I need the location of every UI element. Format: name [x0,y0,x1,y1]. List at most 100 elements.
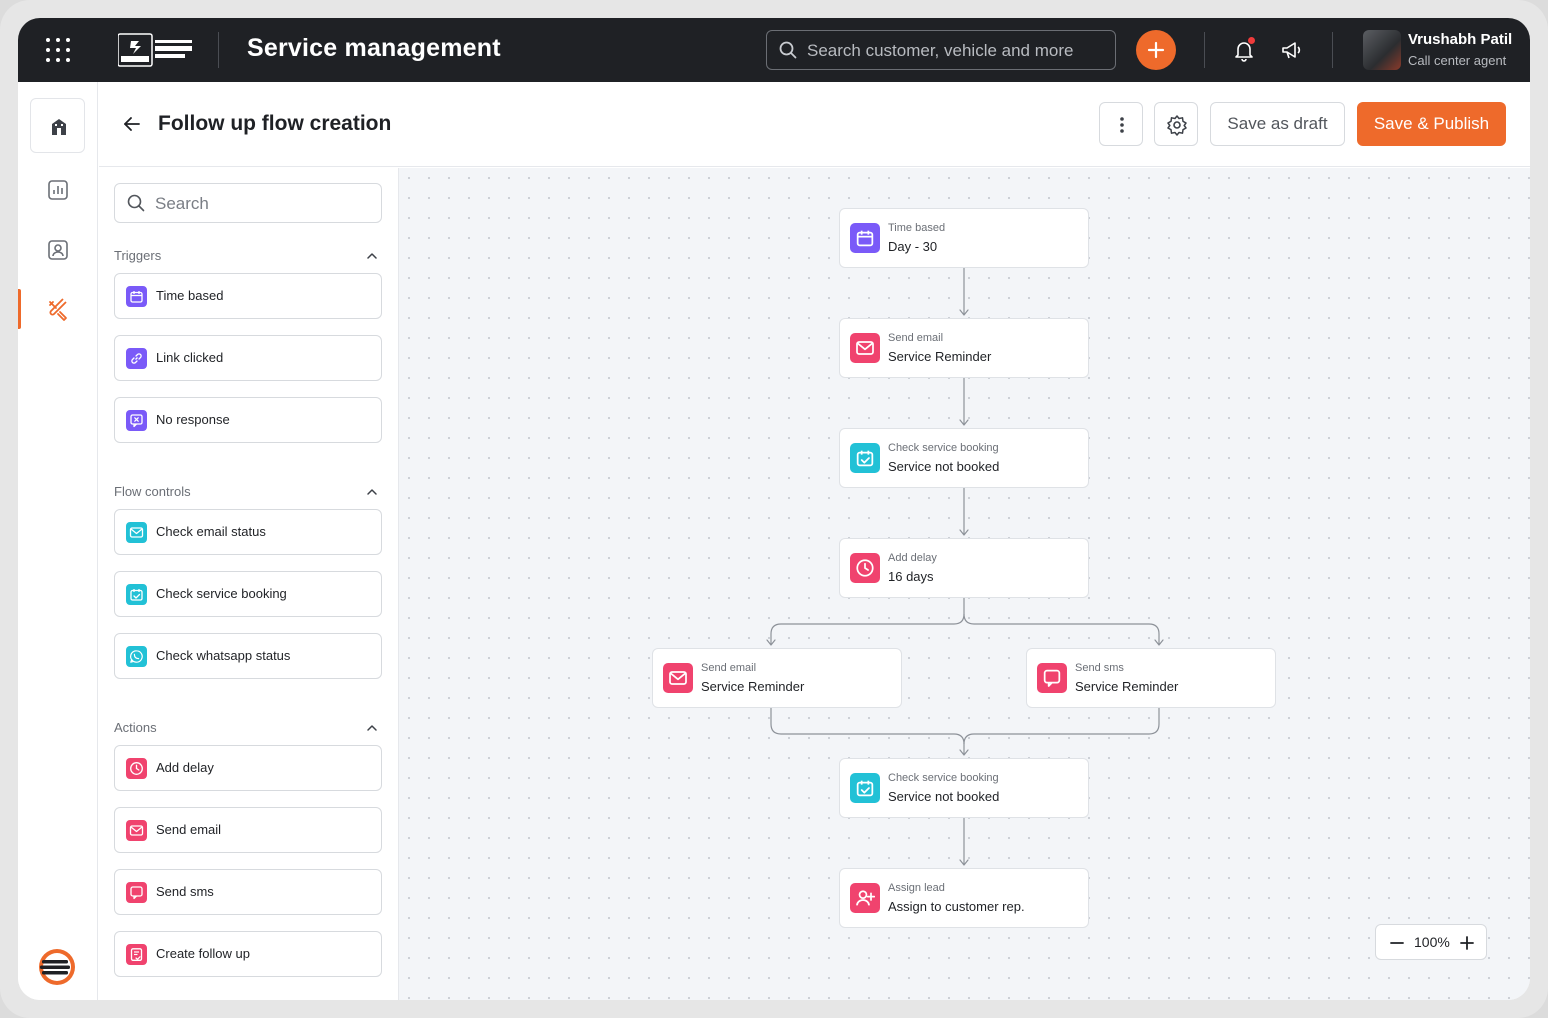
panel-item-check-email-status[interactable]: Check email status [114,509,382,555]
rail-item-customers[interactable] [30,222,85,277]
plus-icon [1147,41,1165,59]
connector-line [770,598,965,644]
panel-item-label: Check service booking [156,586,287,601]
section-title: Flow controls [114,484,191,499]
avatar[interactable] [1363,30,1401,70]
notification-badge [1248,37,1255,44]
mail-icon [126,522,147,543]
save-publish-button[interactable]: Save & Publish [1357,102,1506,146]
flow-node-value: Assign to customer rep. [888,899,1025,914]
create-new-button[interactable] [1136,30,1176,70]
chevron-up-icon[interactable] [365,249,379,263]
flow-node-value: Service Reminder [701,679,805,694]
chart-icon [48,180,68,200]
flow-canvas[interactable]: Time based Day - 30 Send email Service Remi… [399,168,1530,1000]
flow-node-time-based[interactable]: Time based Day - 30 [839,208,1089,268]
flow-node-check-service-booking[interactable]: Check service booking Service not booked [839,428,1089,488]
mail-icon [663,663,693,693]
panel-item-add-delay[interactable]: Add delay [114,745,382,791]
global-search-input[interactable]: Search customer, vehicle and more [766,30,1116,70]
flow-node-send-email[interactable]: Send email Service Reminder [839,318,1089,378]
flow-node-value: Service Reminder [888,349,992,364]
panel-item-label: Check email status [156,524,266,539]
rail-item-service-tools[interactable] [30,282,85,337]
zoom-control: 100% [1375,924,1487,960]
section-title: Triggers [114,248,162,263]
settings-button[interactable] [1154,102,1198,146]
link-icon [126,348,147,369]
global-search-placeholder: Search customer, vehicle and more [807,41,1074,60]
rail-active-indicator [18,289,21,329]
flow-node-value: Service Reminder [1075,679,1179,694]
panel-item-time-based[interactable]: Time based [114,273,382,319]
panel-item-send-email[interactable]: Send email [114,807,382,853]
calendar-check-icon [850,773,880,803]
panel-search-placeholder: Search [155,194,209,213]
flow-node-type: Check service booking [888,442,999,454]
zoom-level: 100% [1414,934,1450,950]
chevron-up-icon[interactable] [365,485,379,499]
panel-item-label: Send email [156,822,222,837]
mail-icon [126,820,147,841]
clock-icon [126,758,147,779]
panel-item-label: Add delay [156,760,214,775]
follow-up-icon [126,944,147,965]
flow-node-value: Day - 30 [888,239,938,254]
clock-icon [850,553,880,583]
flow-node-type: Send email [888,332,944,344]
brand-logo [118,33,192,67]
search-icon [779,41,797,59]
whatsapp-icon [126,646,147,667]
rail-item-dealership[interactable] [30,98,85,153]
user-role: Call center agent [1408,53,1507,68]
flow-node-type: Send email [701,662,757,674]
flow-node-add-delay[interactable]: Add delay 16 days [839,538,1089,598]
zoom-in-icon[interactable] [1458,934,1476,952]
calendar-icon [850,223,880,253]
components-panel: Search Triggers Time based Link clicked No … [99,168,399,1000]
more-vertical-icon [1120,117,1124,133]
flow-node-send-sms[interactable]: Send sms Service Reminder [1026,648,1276,708]
panel-item-label: Link clicked [156,350,224,365]
panel-item-link-clicked[interactable]: Link clicked [114,335,382,381]
flow-node-type: Time based [888,222,946,234]
flow-node-assign-lead[interactable]: Assign lead Assign to customer rep. [839,868,1089,928]
back-arrow-icon[interactable] [123,116,141,132]
chevron-up-icon[interactable] [365,721,379,735]
topbar-divider [1332,32,1333,68]
topbar-divider [218,32,219,68]
flow-node-send-email[interactable]: Send email Service Reminder [652,648,902,708]
mail-icon [850,333,880,363]
gear-icon [1167,115,1187,136]
rail-item-reports[interactable] [30,162,85,217]
calendar-icon [126,286,147,307]
calendar-check-icon [126,584,147,605]
flow-node-value: Service not booked [888,789,1000,804]
flow-node-check-service-booking[interactable]: Check service booking Service not booked [839,758,1089,818]
connector-line [770,708,965,754]
navigation-rail [18,82,98,1000]
panel-item-no-response[interactable]: No response [114,397,382,443]
app-launcher-icon[interactable] [46,38,70,62]
panel-item-check-service-booking[interactable]: Check service booking [114,571,382,617]
panel-item-label: No response [156,412,230,427]
more-options-button[interactable] [1099,102,1143,146]
panel-item-label: Time based [156,288,224,303]
announcement-icon[interactable] [1280,38,1304,62]
connector-line [963,708,1160,745]
panel-item-check-whatsapp-status[interactable]: Check whatsapp status [114,633,382,679]
panel-search-input[interactable]: Search [114,183,382,223]
panel-item-send-sms[interactable]: Send sms [114,869,382,915]
top-bar: Service management Search customer, vehi… [18,18,1530,82]
tools-icon [49,298,67,321]
chat-icon [126,882,147,903]
panel-item-label: Create follow up [156,946,250,961]
page-header: Follow up flow creation Save as draft Sa… [99,82,1530,167]
panel-item-create-follow-up[interactable]: Create follow up [114,931,382,977]
section-title: Actions [114,720,157,735]
zoom-out-icon[interactable] [1388,934,1406,952]
app-screen: Service management Search customer, vehi… [18,18,1530,1000]
save-draft-button[interactable]: Save as draft [1210,102,1345,146]
product-logo-icon [39,949,75,985]
topbar-divider [1204,32,1205,68]
